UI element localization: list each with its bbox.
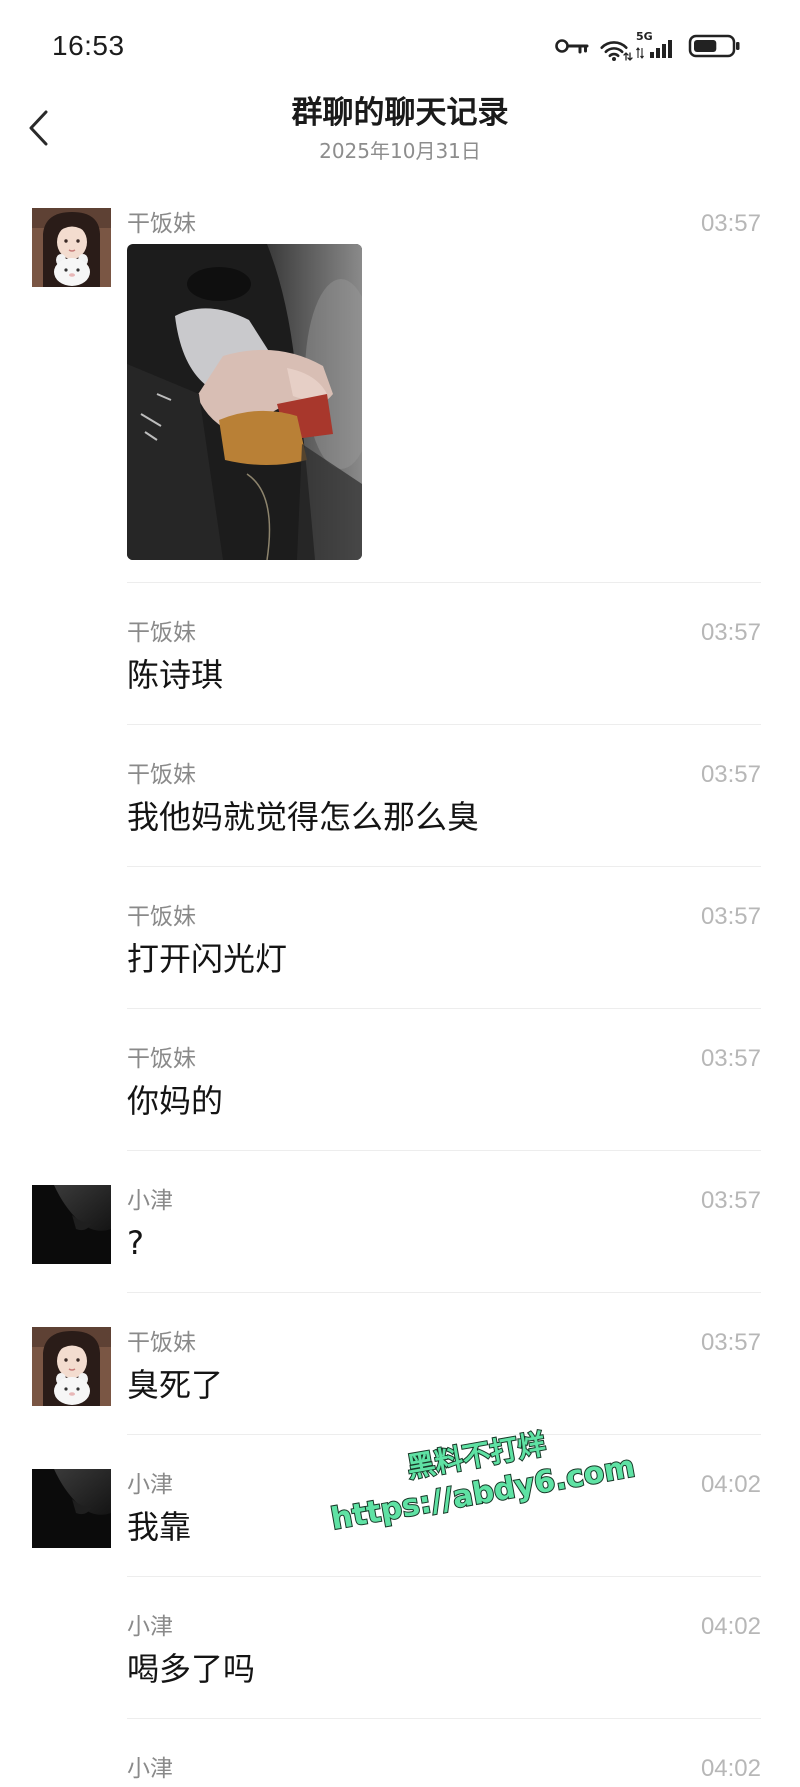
sender-name: 干饭妹 xyxy=(127,211,196,237)
chat-photo[interactable] xyxy=(127,244,362,560)
wifi-icon xyxy=(600,41,633,61)
message-body: 干饭妹 03:57 xyxy=(127,208,761,583)
message-body: 干饭妹 03:57 你妈的 xyxy=(127,1043,761,1151)
message-row: 干饭妹 03:57 打开闪光灯 xyxy=(0,867,800,1009)
sender-name: 干饭妹 xyxy=(127,904,196,930)
message-meta: 干饭妹 03:57 xyxy=(127,208,761,240)
message-time: 03:57 xyxy=(700,761,761,788)
message-body: 小津 03:57 ? xyxy=(127,1185,761,1293)
message-time: 03:57 xyxy=(700,210,761,237)
sender-name: 干饭妹 xyxy=(127,762,196,788)
message-time: 03:57 xyxy=(700,903,761,930)
message-body: 干饭妹 03:57 臭死了 xyxy=(127,1327,761,1435)
message-row: 干饭妹 03:57 臭死了 xyxy=(0,1293,800,1435)
sender-name: 小津 xyxy=(127,1756,173,1782)
message-meta: 干饭妹 03:57 xyxy=(127,1043,761,1075)
message-meta: 干饭妹 03:57 xyxy=(127,617,761,649)
message-text[interactable]: ? xyxy=(127,1223,761,1263)
message-time: 03:57 xyxy=(700,1187,761,1214)
page-subtitle-date: 2025年10月31日 xyxy=(319,139,481,163)
message-body: 小津 04:02 xyxy=(127,1753,761,1787)
message-list[interactable]: 干饭妹 03:57 干饭妹 03:57 陈诗琪 干饭妹 03:57 我他妈就觉得… xyxy=(0,174,800,1787)
message-time: 03:57 xyxy=(700,1045,761,1072)
vpn-key-icon xyxy=(555,39,589,54)
message-meta: 小津 04:02 xyxy=(127,1753,761,1785)
message-row: 干饭妹 03:57 陈诗琪 xyxy=(0,583,800,725)
network-type: 5G xyxy=(636,30,653,43)
page-title: 群聊的聊天记录 xyxy=(291,95,509,131)
message-meta: 干饭妹 03:57 xyxy=(127,1327,761,1359)
sender-name: 小津 xyxy=(127,1472,173,1498)
message-row: 干饭妹 03:57 我他妈就觉得怎么那么臭 xyxy=(0,725,800,867)
girl-avatar[interactable] xyxy=(32,208,111,287)
sender-name: 小津 xyxy=(127,1614,173,1640)
message-text[interactable]: 打开闪光灯 xyxy=(127,939,761,979)
message-text[interactable]: 喝多了吗 xyxy=(127,1649,761,1689)
message-body: 干饭妹 03:57 打开闪光灯 xyxy=(127,901,761,1009)
message-text[interactable]: 我他妈就觉得怎么那么臭 xyxy=(127,797,761,837)
message-body: 干饭妹 03:57 我他妈就觉得怎么那么臭 xyxy=(127,759,761,867)
message-row: 小津 03:57 ? xyxy=(0,1151,800,1293)
status-time: 16:53 xyxy=(52,30,125,61)
message-time: 03:57 xyxy=(700,1329,761,1356)
battery-icon xyxy=(688,34,740,58)
message-row: 干饭妹 03:57 你妈的 xyxy=(0,1009,800,1151)
message-row: 小津 04:02 xyxy=(0,1719,800,1787)
cellular-signal-icon: 5G xyxy=(636,30,672,59)
sender-name: 干饭妹 xyxy=(127,620,196,646)
message-text[interactable]: 陈诗琪 xyxy=(127,655,761,695)
dark-avatar[interactable] xyxy=(32,1185,111,1264)
message-time: 04:02 xyxy=(700,1755,761,1782)
message-time: 03:57 xyxy=(700,619,761,646)
message-row: 干饭妹 03:57 xyxy=(0,174,800,583)
message-row: 小津 04:02 喝多了吗 xyxy=(0,1577,800,1719)
message-meta: 干饭妹 03:57 xyxy=(127,901,761,933)
sender-name: 干饭妹 xyxy=(127,1330,196,1356)
message-text[interactable]: 臭死了 xyxy=(127,1365,761,1405)
dark-avatar[interactable] xyxy=(32,1469,111,1548)
status-icons: 5G xyxy=(555,30,740,61)
message-meta: 小津 04:02 xyxy=(127,1611,761,1643)
sender-name: 干饭妹 xyxy=(127,1046,196,1072)
chat-history-screen: 16:53 5G 群聊的聊天记录 2025年10月31日 干饭妹 03:57 干… xyxy=(0,0,800,1787)
girl-avatar[interactable] xyxy=(32,1327,111,1406)
message-time: 04:02 xyxy=(700,1471,761,1498)
message-meta: 小津 03:57 xyxy=(127,1185,761,1217)
message-time: 04:02 xyxy=(700,1613,761,1640)
message-body: 干饭妹 03:57 陈诗琪 xyxy=(127,617,761,725)
message-body: 小津 04:02 喝多了吗 xyxy=(127,1611,761,1719)
message-text[interactable]: 你妈的 xyxy=(127,1081,761,1121)
message-meta: 干饭妹 03:57 xyxy=(127,759,761,791)
sender-name: 小津 xyxy=(127,1188,173,1214)
